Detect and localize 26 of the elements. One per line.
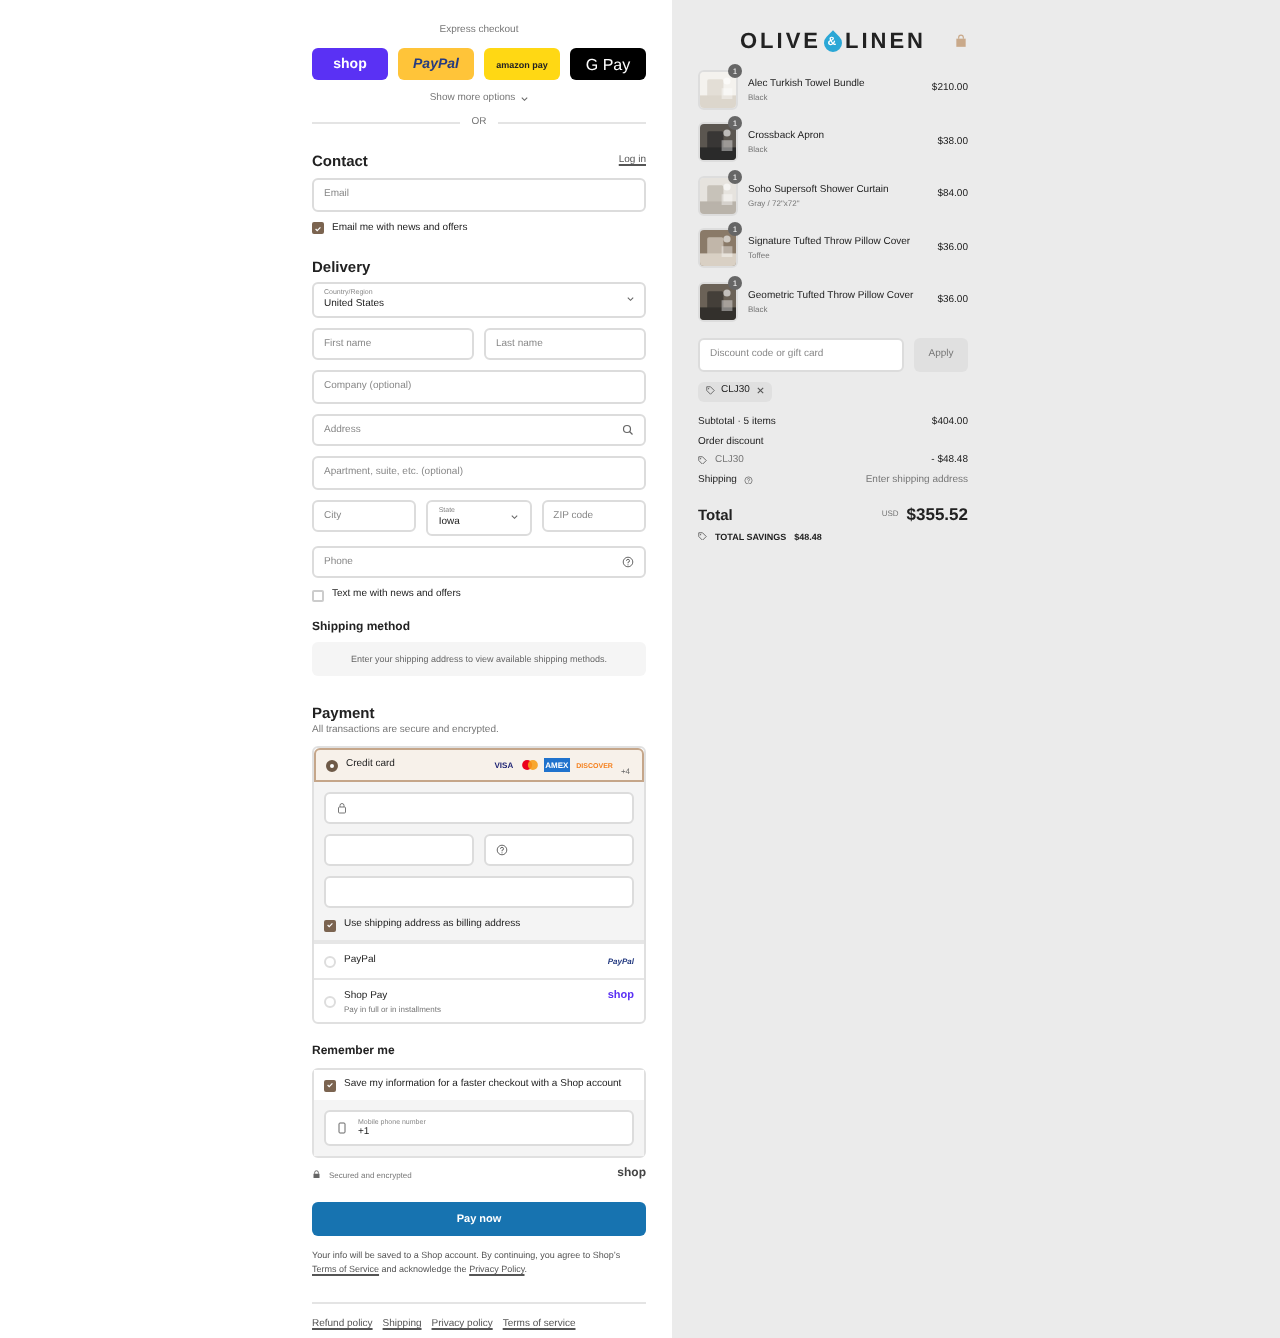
lock-icon (336, 802, 348, 814)
help-icon (496, 844, 508, 856)
search-icon (622, 423, 634, 436)
input-field[interactable] (324, 876, 634, 908)
input-field[interactable] (324, 792, 634, 824)
total-amount: $355.52 (906, 503, 968, 523)
radio-button[interactable] (326, 759, 338, 771)
input-field[interactable] (484, 834, 634, 866)
input-field[interactable] (324, 834, 474, 866)
shopping-bag-icon (954, 34, 968, 48)
card-brand-icon (519, 758, 540, 772)
mobile-phone-icon (336, 1122, 348, 1134)
lock-icon (312, 1169, 321, 1179)
tag-icon (698, 455, 707, 465)
checkbox[interactable] (324, 919, 336, 931)
chevron-down-icon (519, 94, 529, 104)
checkbox[interactable] (324, 1079, 336, 1091)
chevron-down-icon (625, 294, 634, 304)
tag-icon (706, 386, 715, 396)
close-icon (755, 386, 765, 396)
google-pay-button[interactable]: G Pay (570, 48, 646, 80)
help-icon (622, 555, 634, 568)
tag-icon (698, 531, 707, 541)
help-icon (744, 475, 754, 485)
chevron-down-icon (510, 512, 520, 522)
checkbox[interactable] (312, 222, 324, 234)
